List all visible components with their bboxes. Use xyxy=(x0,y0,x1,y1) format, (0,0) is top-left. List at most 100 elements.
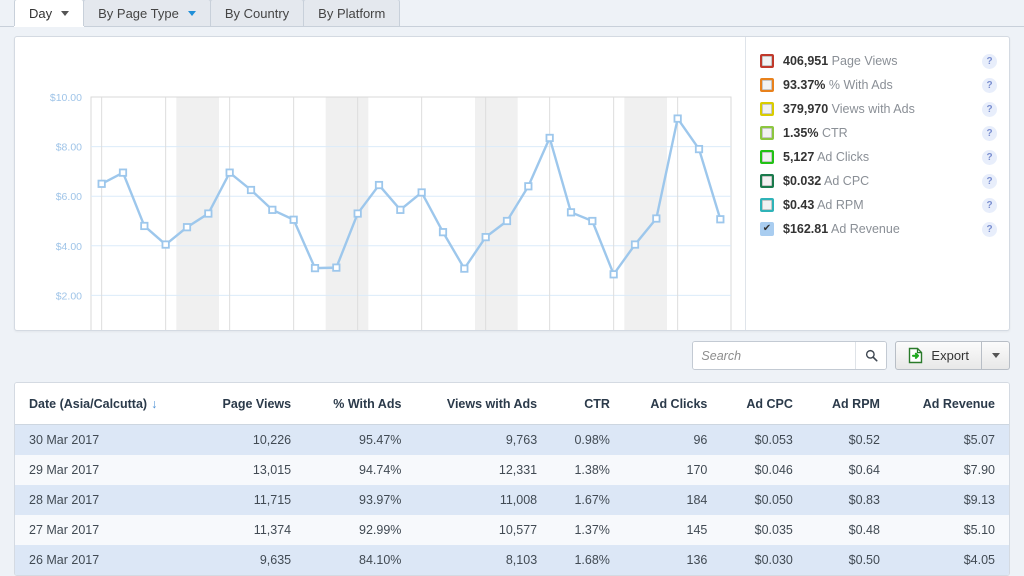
table-cell: $0.64 xyxy=(807,455,894,485)
help-icon[interactable]: ? xyxy=(982,174,997,189)
table-cell: 1.68% xyxy=(551,545,624,575)
data-point-marker[interactable] xyxy=(269,207,275,213)
search-input[interactable] xyxy=(693,342,855,369)
export-dropdown-button[interactable] xyxy=(982,341,1010,370)
table-cell: 10,577 xyxy=(415,515,551,545)
column-header-ad-rpm[interactable]: Ad RPM xyxy=(807,383,894,425)
table-row[interactable]: 27 Mar 201711,37492.99%10,5771.37%145$0.… xyxy=(15,515,1009,545)
data-point-marker[interactable] xyxy=(397,207,403,213)
column-header-ctr[interactable]: CTR xyxy=(551,383,624,425)
column-header-ad-revenue[interactable]: Ad Revenue xyxy=(894,383,1009,425)
legend-label: $0.032 Ad CPC xyxy=(783,174,869,188)
column-header-date[interactable]: Date (Asia/Calcutta)↓ xyxy=(15,383,194,425)
data-point-marker[interactable] xyxy=(184,224,190,230)
data-point-marker[interactable] xyxy=(418,189,424,195)
data-point-marker[interactable] xyxy=(226,169,232,175)
table-row[interactable]: 26 Mar 20179,63584.10%8,1031.68%136$0.03… xyxy=(15,545,1009,575)
y-axis-tick-label: $8.00 xyxy=(56,142,82,154)
data-point-marker[interactable] xyxy=(205,210,211,216)
table-cell: 27 Mar 2017 xyxy=(15,515,194,545)
column-header-ad-cpc[interactable]: Ad CPC xyxy=(721,383,806,425)
data-point-marker[interactable] xyxy=(632,241,638,247)
table-row[interactable]: 29 Mar 201713,01594.74%12,3311.38%170$0.… xyxy=(15,455,1009,485)
legend-item-ad-revenue[interactable]: $162.81 Ad Revenue ? xyxy=(746,217,1009,241)
table-cell: $4.05 xyxy=(894,545,1009,575)
legend-item-views-with-ads[interactable]: 379,970 Views with Ads ? xyxy=(746,97,1009,121)
legend-item-page-views[interactable]: 406,951 Page Views ? xyxy=(746,49,1009,73)
table-cell: 9,763 xyxy=(415,425,551,456)
legend-item-ad-rpm[interactable]: $0.43 Ad RPM ? xyxy=(746,193,1009,217)
data-point-marker[interactable] xyxy=(525,183,531,189)
help-icon[interactable]: ? xyxy=(982,54,997,69)
table-cell: 12,331 xyxy=(415,455,551,485)
table-cell: 10,226 xyxy=(194,425,305,456)
table-row[interactable]: 28 Mar 201711,71593.97%11,0081.67%184$0.… xyxy=(15,485,1009,515)
data-point-marker[interactable] xyxy=(248,187,254,193)
help-icon[interactable]: ? xyxy=(982,198,997,213)
color-swatch-checkbox[interactable] xyxy=(760,54,774,68)
data-point-marker[interactable] xyxy=(162,241,168,247)
table-cell: $0.52 xyxy=(807,425,894,456)
data-point-marker[interactable] xyxy=(440,229,446,235)
data-point-marker[interactable] xyxy=(141,223,147,229)
help-icon[interactable]: ? xyxy=(982,222,997,237)
metric-legend: 406,951 Page Views ? 93.37% % With Ads ?… xyxy=(745,37,1009,330)
color-swatch-checkbox[interactable] xyxy=(760,78,774,92)
column-header-pct-with-ads[interactable]: % With Ads xyxy=(305,383,415,425)
data-point-marker[interactable] xyxy=(482,234,488,240)
data-point-marker[interactable] xyxy=(696,146,702,152)
help-icon[interactable]: ? xyxy=(982,78,997,93)
data-point-marker[interactable] xyxy=(717,216,723,222)
data-point-marker[interactable] xyxy=(610,271,616,277)
data-point-marker[interactable] xyxy=(98,181,104,187)
data-point-marker[interactable] xyxy=(589,218,595,224)
table-cell: $5.10 xyxy=(894,515,1009,545)
ad-revenue-line-chart[interactable]: $0.00$2.00$4.00$6.00$8.00$10.00Mar 1Mar … xyxy=(15,37,745,330)
data-point-marker[interactable] xyxy=(354,210,360,216)
data-point-marker[interactable] xyxy=(312,265,318,271)
data-point-marker[interactable] xyxy=(376,182,382,188)
table-cell: 136 xyxy=(624,545,721,575)
export-button[interactable]: Export xyxy=(895,341,982,370)
tab-by-page-type-label: By Page Type xyxy=(98,6,179,21)
data-point-marker[interactable] xyxy=(290,217,296,223)
table-toolbar: Export xyxy=(692,341,1010,370)
data-point-marker[interactable] xyxy=(568,209,574,215)
data-point-marker[interactable] xyxy=(504,218,510,224)
tab-by-platform[interactable]: By Platform xyxy=(303,0,400,26)
help-icon[interactable]: ? xyxy=(982,126,997,141)
color-swatch-checkbox[interactable] xyxy=(760,102,774,116)
column-header-ad-clicks[interactable]: Ad Clicks xyxy=(624,383,721,425)
data-point-marker[interactable] xyxy=(653,215,659,221)
color-swatch-checkbox[interactable] xyxy=(760,174,774,188)
legend-item-ad-cpc[interactable]: $0.032 Ad CPC ? xyxy=(746,169,1009,193)
search-icon[interactable] xyxy=(855,342,886,369)
color-swatch-checkbox[interactable] xyxy=(760,150,774,164)
table-row[interactable]: 30 Mar 201710,22695.47%9,7630.98%96$0.05… xyxy=(15,425,1009,456)
legend-item-ctr[interactable]: 1.35% CTR ? xyxy=(746,121,1009,145)
chart-panel: $0.00$2.00$4.00$6.00$8.00$10.00Mar 1Mar … xyxy=(14,36,1010,331)
legend-item-pct-with-ads[interactable]: 93.37% % With Ads ? xyxy=(746,73,1009,97)
data-point-marker[interactable] xyxy=(333,264,339,270)
table-cell: $0.48 xyxy=(807,515,894,545)
data-point-marker[interactable] xyxy=(546,135,552,141)
tab-by-page-type[interactable]: By Page Type xyxy=(83,0,211,26)
color-swatch-checkbox[interactable] xyxy=(760,222,774,236)
color-swatch-checkbox[interactable] xyxy=(760,126,774,140)
column-header-views-with-ads[interactable]: Views with Ads xyxy=(415,383,551,425)
data-point-marker[interactable] xyxy=(461,265,467,271)
data-point-marker[interactable] xyxy=(674,115,680,121)
tab-day[interactable]: Day xyxy=(14,0,84,26)
column-header-page-views[interactable]: Page Views xyxy=(194,383,305,425)
color-swatch-checkbox[interactable] xyxy=(760,198,774,212)
tab-by-country[interactable]: By Country xyxy=(210,0,304,26)
table-cell: 8,103 xyxy=(415,545,551,575)
legend-item-ad-clicks[interactable]: 5,127 Ad Clicks ? xyxy=(746,145,1009,169)
table-cell: 28 Mar 2017 xyxy=(15,485,194,515)
data-point-marker[interactable] xyxy=(120,169,126,175)
table-cell: 1.37% xyxy=(551,515,624,545)
help-icon[interactable]: ? xyxy=(982,150,997,165)
legend-label: 1.35% CTR xyxy=(783,126,848,140)
table-cell: 184 xyxy=(624,485,721,515)
help-icon[interactable]: ? xyxy=(982,102,997,117)
